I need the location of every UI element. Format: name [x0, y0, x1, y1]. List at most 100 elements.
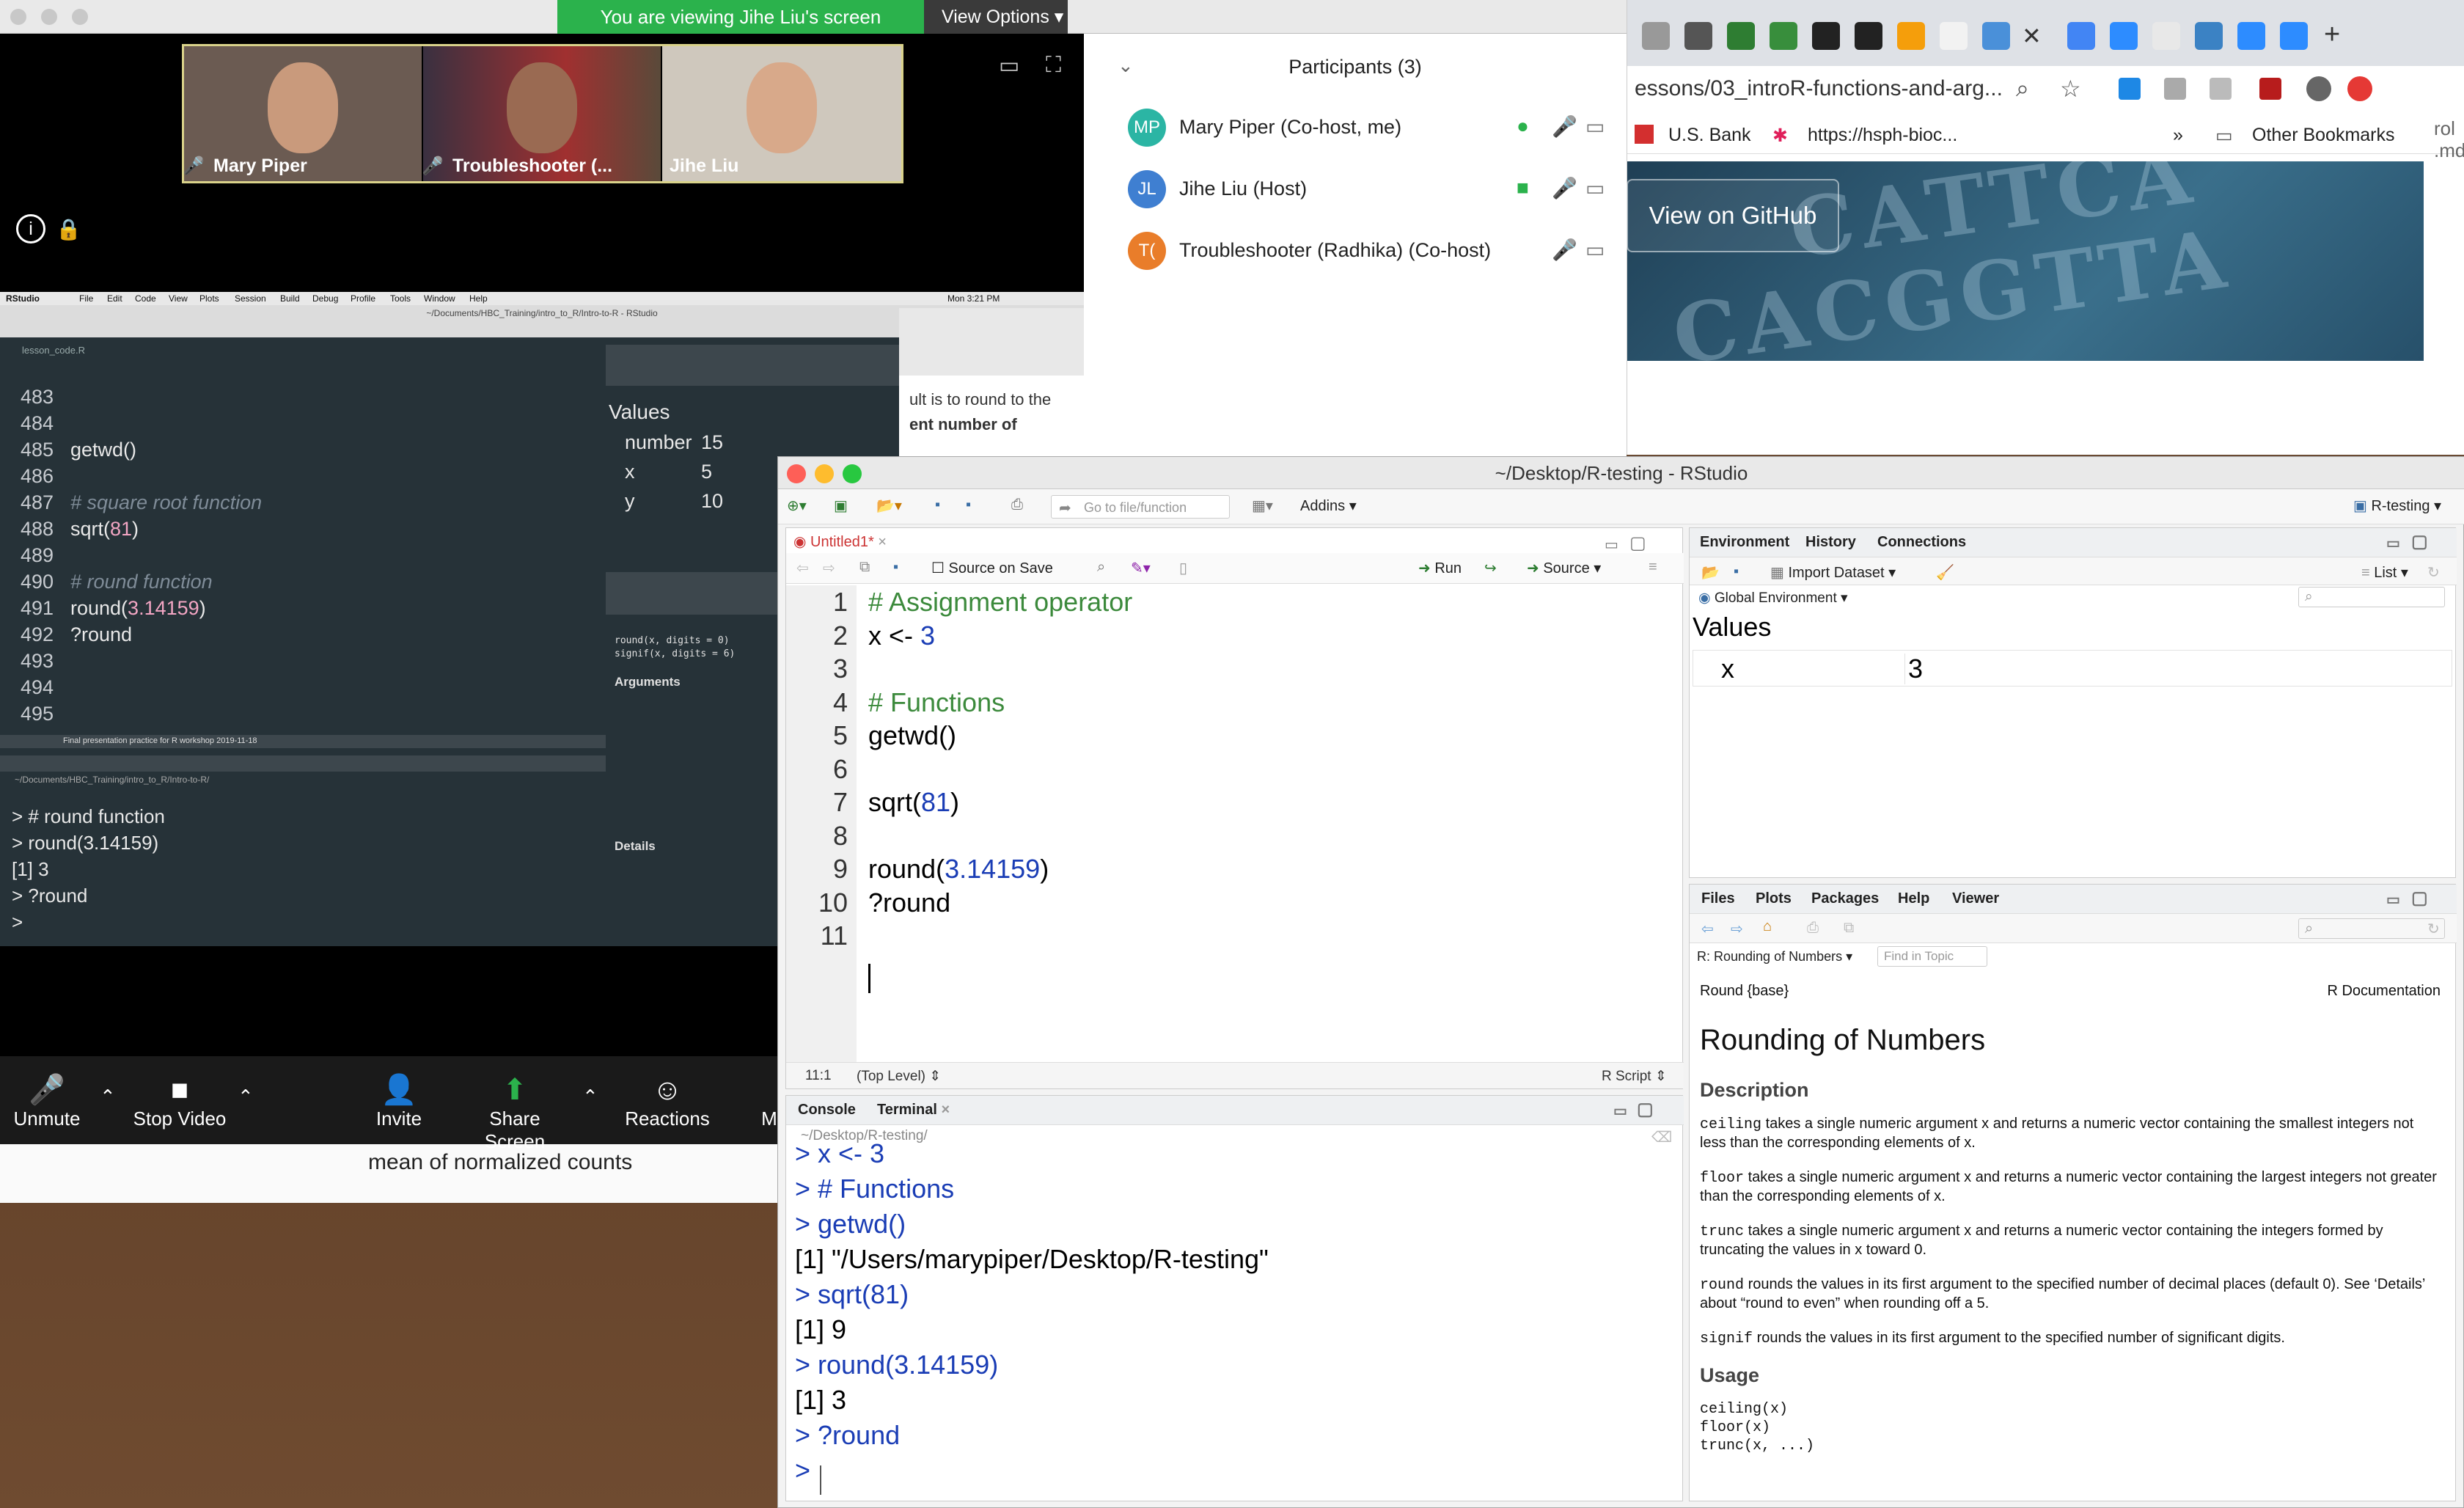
- clear-console-icon[interactable]: ⌫: [1651, 1128, 1672, 1146]
- source-on-save-checkbox[interactable]: ☐ Source on Save: [931, 559, 1053, 577]
- list-view-menu[interactable]: ≡ List ▾: [2361, 563, 2408, 582]
- gallery-view-icon[interactable]: ▭: [999, 53, 1019, 78]
- back-icon[interactable]: ⇦: [1701, 920, 1714, 938]
- stop-video-button[interactable]: ■ Stop Video: [132, 1072, 227, 1130]
- drive-icon[interactable]: [1982, 22, 2010, 50]
- back-icon[interactable]: ⇦: [796, 559, 809, 577]
- view-on-github-button[interactable]: View on GitHub: [1627, 179, 1839, 252]
- bookmark-other[interactable]: Other Bookmarks: [2252, 125, 2395, 146]
- find-in-topic-input[interactable]: Find in Topic: [1877, 946, 1987, 967]
- wand-icon[interactable]: ✎▾: [1131, 559, 1151, 577]
- code-line[interactable]: ?round: [868, 887, 950, 918]
- bookmark-usbank[interactable]: U.S. Bank: [1668, 125, 1751, 146]
- muted-mic-icon[interactable]: 🎤: [1552, 114, 1577, 139]
- home-icon[interactable]: ⌂: [1763, 918, 1772, 935]
- outline-icon[interactable]: ≡: [1649, 559, 1657, 576]
- profile-icon[interactable]: [2306, 76, 2331, 101]
- save-icon[interactable]: ▪: [935, 497, 940, 513]
- forward-icon[interactable]: ⇨: [1731, 920, 1743, 938]
- show-in-window-icon[interactable]: ⧉: [859, 559, 870, 576]
- print-icon[interactable]: ⎙: [1807, 920, 1819, 937]
- refresh-icon[interactable]: ↻: [2427, 563, 2440, 582]
- grid-icon[interactable]: ▦▾: [1252, 497, 1273, 515]
- environment-search-input[interactable]: ⌕: [2298, 587, 2445, 607]
- tab-untitled1[interactable]: ◉ Untitled1* ×: [793, 532, 887, 554]
- minimize-pane-icon[interactable]: ▭: [2386, 534, 2400, 552]
- print-icon[interactable]: ⎙: [1011, 497, 1023, 513]
- mic-icon[interactable]: 🎤: [1552, 176, 1577, 200]
- amazon-icon[interactable]: [1940, 22, 1968, 50]
- save-workspace-icon[interactable]: ▪: [1734, 563, 1739, 580]
- save-all-icon[interactable]: ▪: [966, 497, 971, 513]
- zoom-icon[interactable]: [2110, 22, 2138, 50]
- load-workspace-icon[interactable]: 📂: [1701, 563, 1720, 582]
- maximize-pane-icon[interactable]: ▢: [1629, 532, 1646, 554]
- scope-menu[interactable]: (Top Level) ⇕: [857, 1068, 941, 1085]
- minimize-button[interactable]: [815, 464, 834, 483]
- zoom-lens-icon[interactable]: ⌕: [2016, 75, 2029, 103]
- env-variable-row[interactable]: x 3: [1693, 650, 2452, 687]
- fullscreen-icon[interactable]: ⛶: [1046, 53, 1061, 78]
- github-icon[interactable]: [1812, 22, 1840, 50]
- bookmark-hsph[interactable]: https://hsph-bioc...: [1808, 125, 1957, 146]
- close-dot[interactable]: [10, 9, 26, 25]
- ublock-icon[interactable]: [2259, 78, 2281, 100]
- tab-viewer[interactable]: Viewer: [1952, 890, 1999, 907]
- chevron-up-icon[interactable]: ⌃: [100, 1086, 116, 1108]
- tab-help[interactable]: Help: [1898, 890, 1929, 907]
- view-options-button[interactable]: View Options ▾: [924, 0, 1068, 34]
- code-line[interactable]: x <- 3: [868, 621, 935, 651]
- chevron-up-icon[interactable]: ⌃: [582, 1086, 598, 1108]
- close-icon[interactable]: ×: [878, 534, 887, 550]
- close-tab-icon[interactable]: ✕: [2022, 22, 2042, 50]
- global-environment-menu[interactable]: ◉ Global Environment ▾: [1698, 590, 1848, 607]
- tab-favicon[interactable]: [1684, 22, 1712, 50]
- tab-connections[interactable]: Connections: [1877, 534, 1966, 551]
- go-to-file-input[interactable]: ➦ Go to file/function: [1051, 495, 1230, 519]
- share-screen-button[interactable]: ⬆ Share Screen: [458, 1072, 572, 1153]
- participant-row[interactable]: MP Mary Piper (Co-host, me) ● 🎤 ▭: [1128, 106, 1612, 150]
- extension-icon[interactable]: [2210, 78, 2232, 100]
- close-icon[interactable]: ×: [941, 1102, 950, 1118]
- broom-icon[interactable]: 🧹: [1936, 563, 1954, 582]
- refresh-icon[interactable]: ↻: [2427, 920, 2440, 938]
- video-camera-icon[interactable]: ▭: [1585, 176, 1605, 200]
- bookmarks-overflow[interactable]: »: [2173, 125, 2183, 146]
- code-line[interactable]: # Functions: [868, 687, 1005, 718]
- docs-icon[interactable]: [2067, 22, 2095, 50]
- unmute-button[interactable]: 🎤 Unmute: [12, 1072, 82, 1130]
- tab-environment[interactable]: Environment: [1700, 534, 1789, 551]
- new-tab-icon[interactable]: +: [2324, 19, 2340, 51]
- invite-button[interactable]: 👤 Invite: [371, 1072, 427, 1130]
- update-icon[interactable]: [2347, 76, 2372, 101]
- info-icon[interactable]: i: [16, 214, 45, 244]
- forward-icon[interactable]: ⇨: [823, 559, 835, 577]
- star-icon[interactable]: ☆: [2060, 75, 2081, 103]
- close-button[interactable]: [787, 464, 806, 483]
- github-icon[interactable]: [1855, 22, 1882, 50]
- maximize-pane-icon[interactable]: ▢: [2411, 887, 2428, 909]
- tab-favicon[interactable]: [1727, 22, 1755, 50]
- muted-mic-icon[interactable]: 🎤: [1552, 238, 1577, 262]
- show-in-window-icon[interactable]: ⧉: [1844, 920, 1854, 937]
- source-button[interactable]: ➜ Source ▾: [1527, 559, 1601, 577]
- tab-plots[interactable]: Plots: [1756, 890, 1792, 907]
- help-topic-menu[interactable]: R: Rounding of Numbers ▾: [1697, 949, 1852, 965]
- tab-terminal[interactable]: Terminal ×: [877, 1102, 950, 1119]
- more-button[interactable]: M: [761, 1072, 777, 1130]
- minimize-pane-icon[interactable]: ▭: [2386, 890, 2400, 909]
- save-icon[interactable]: ▪: [893, 559, 898, 576]
- video-tile-jihe[interactable]: Jihe Liu: [662, 46, 901, 181]
- new-project-icon[interactable]: ▣: [834, 497, 848, 515]
- reactions-button[interactable]: ☺ Reactions: [623, 1072, 711, 1130]
- video-tile-mary[interactable]: 🎤 Mary Piper: [184, 46, 422, 181]
- rerun-icon[interactable]: ↪: [1484, 559, 1497, 577]
- filetype-menu[interactable]: R Script ⇕: [1602, 1068, 1667, 1085]
- tab-favicon[interactable]: [2195, 22, 2223, 50]
- tab-console[interactable]: Console: [798, 1102, 856, 1119]
- maximize-button[interactable]: [843, 464, 862, 483]
- import-dataset-menu[interactable]: ▦ Import Dataset ▾: [1770, 563, 1896, 582]
- address-bar[interactable]: essons/03_introR-functions-and-arg... ⌕ …: [1627, 66, 2464, 117]
- tab-files[interactable]: Files: [1701, 890, 1735, 907]
- compile-report-icon[interactable]: ▯: [1179, 559, 1187, 577]
